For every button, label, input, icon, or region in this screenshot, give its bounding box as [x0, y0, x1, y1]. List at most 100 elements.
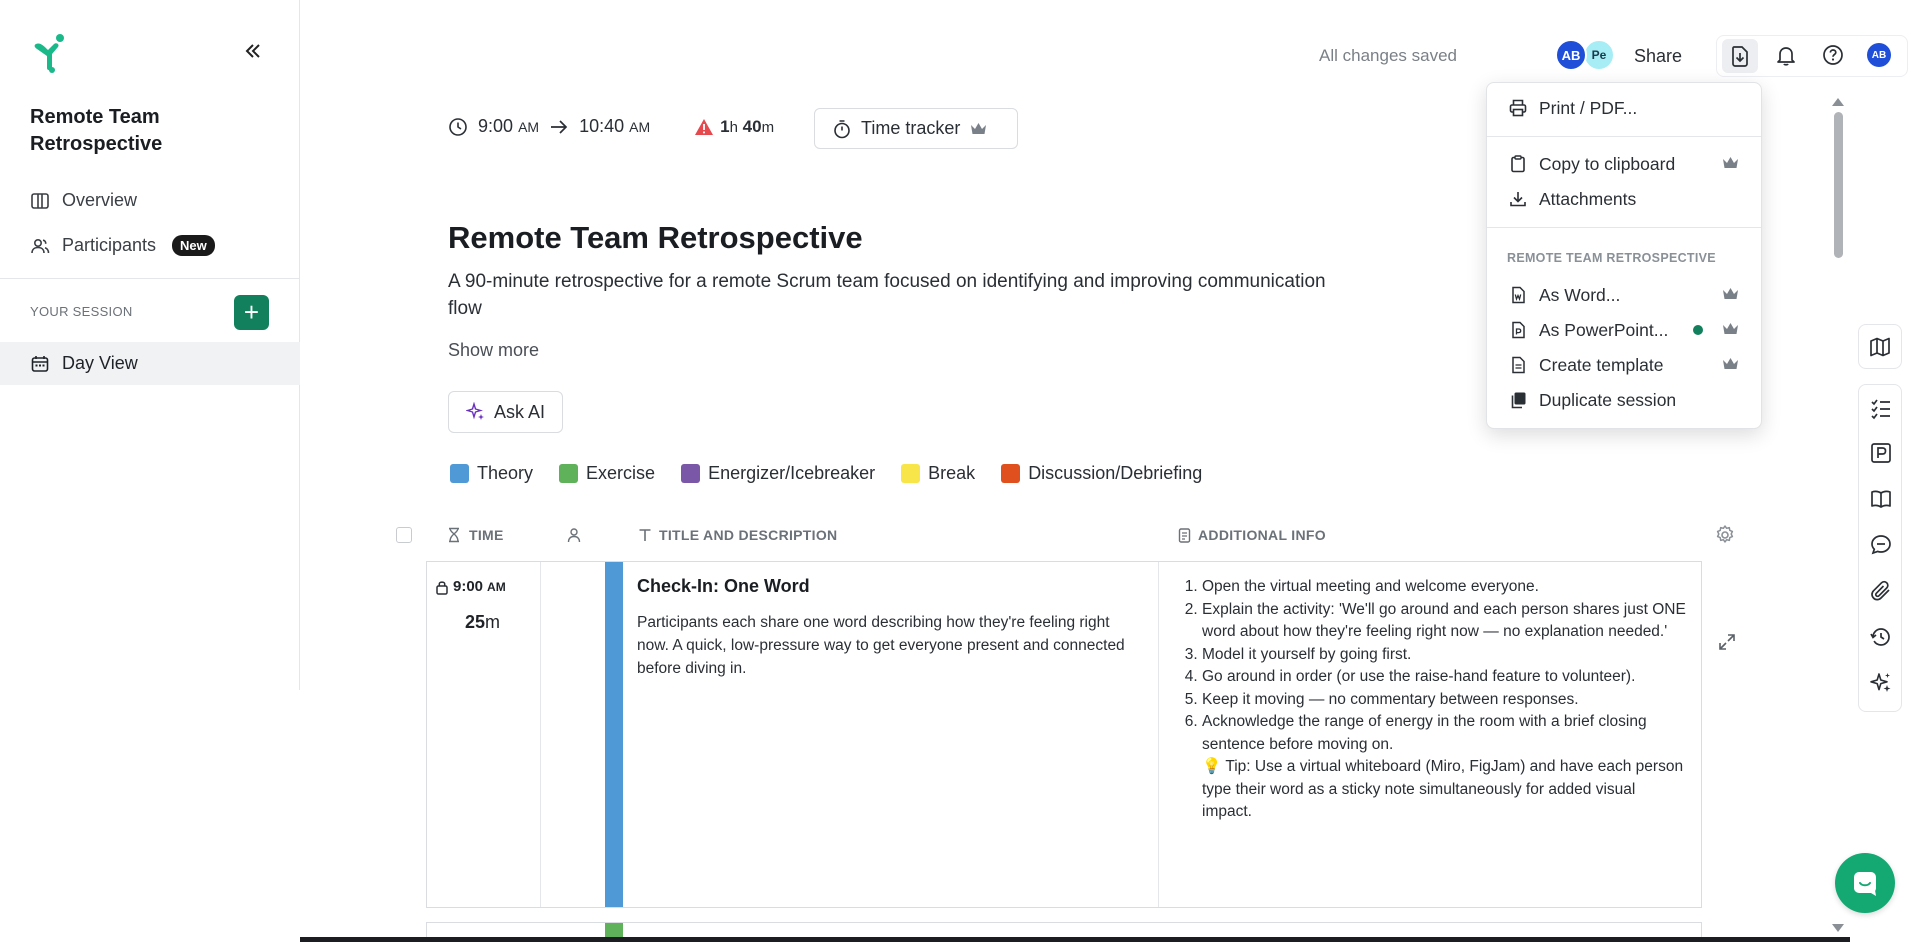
warning-icon	[695, 118, 714, 135]
row-title-cell[interactable]: Check-In: One Word Participants each sha…	[623, 562, 1159, 907]
duplicate-icon	[1511, 392, 1526, 409]
share-button[interactable]: Share	[1634, 46, 1682, 67]
row-description: Participants each share one word describ…	[637, 614, 1125, 677]
list-item: Keep it moving — no commentary between r…	[1202, 689, 1689, 712]
row-duration[interactable]: 25m	[465, 612, 500, 633]
paperclip-icon[interactable]	[1869, 579, 1893, 603]
time-tracker-button[interactable]: Time tracker	[814, 108, 1018, 149]
map-icon	[1870, 337, 1890, 356]
scroll-up-icon[interactable]	[1831, 96, 1845, 108]
sidebar-item-label: Participants	[62, 235, 157, 255]
stopwatch-icon	[834, 119, 850, 138]
list-item: Go around in order (or use the raise-han…	[1202, 666, 1689, 689]
question-circle-icon	[1823, 45, 1843, 65]
sparkle-icon[interactable]	[1869, 671, 1893, 695]
row-owner-cell[interactable]	[541, 562, 605, 907]
row-start-time[interactable]: 9:00 AM	[435, 578, 506, 595]
show-more-link[interactable]: Show more	[448, 340, 539, 361]
users-icon	[31, 238, 50, 253]
row-info-cell[interactable]: Open the virtual meeting and welcome eve…	[1159, 562, 1703, 907]
expand-icon	[1719, 634, 1735, 650]
export-menu: Print / PDF... Copy to clipboard Attachm…	[1486, 82, 1762, 429]
menu-item-as-powerpoint[interactable]: As PowerPoint...	[1487, 315, 1761, 345]
app-logo-icon[interactable]	[30, 30, 74, 74]
swatch	[450, 464, 469, 483]
right-toolbar	[1858, 384, 1902, 712]
column-header-title[interactable]: TITLE AND DESCRIPTION	[638, 527, 837, 543]
template-file-icon	[1512, 356, 1525, 374]
chevrons-left-icon	[245, 44, 260, 58]
legend-item-exercise: Exercise	[559, 463, 655, 484]
printer-icon	[1509, 99, 1527, 117]
sidebar-divider	[0, 278, 300, 279]
row-title: Check-In: One Word	[637, 576, 810, 596]
sidebar-session-title: Remote Team Retrospective	[30, 106, 163, 155]
user-avatar[interactable]: AB	[1867, 43, 1891, 67]
save-status: All changes saved	[1319, 46, 1457, 65]
menu-item-attachments[interactable]: Attachments	[1487, 184, 1761, 214]
menu-item-print[interactable]: Print / PDF...	[1487, 93, 1761, 123]
comment-icon[interactable]	[1869, 533, 1893, 557]
menu-item-copy-clipboard[interactable]: Copy to clipboard	[1487, 149, 1761, 179]
session-description: A 90-minute retrospective for a remote S…	[448, 271, 1326, 319]
select-all-checkbox[interactable]	[396, 527, 412, 543]
scrollbar-thumb[interactable]	[1834, 112, 1843, 258]
crown-icon	[1723, 288, 1738, 299]
sidebar-item-label: Day View	[62, 353, 138, 373]
menu-item-as-word[interactable]: As Word...	[1487, 280, 1761, 310]
collapse-sidebar-button[interactable]	[238, 36, 268, 66]
hourglass-icon	[449, 527, 459, 543]
bottom-edge	[300, 937, 1850, 942]
notifications-button[interactable]	[1771, 40, 1801, 70]
table-row[interactable]: 9:00 AM 25m Check-In: One Word Participan…	[426, 561, 1702, 908]
swatch	[1001, 464, 1021, 483]
powerpoint-file-icon	[1512, 321, 1525, 339]
export-button[interactable]	[1722, 39, 1758, 73]
sidebar-item-day-view[interactable]: Day View	[0, 342, 300, 385]
table-header: TIME TITLE AND DESCRIPTION ADDITIONAL IN…	[396, 525, 1746, 547]
checklist-icon[interactable]	[1869, 396, 1893, 420]
list-item: Explain the activity: 'We'll go around a…	[1202, 599, 1689, 644]
chat-support-button[interactable]	[1835, 853, 1895, 913]
session-duration: 1h 40m	[694, 117, 774, 137]
row-tip: 💡 Tip: Use a virtual whiteboard (Miro, F…	[1202, 758, 1684, 820]
gear-icon	[1716, 525, 1734, 543]
column-header-time[interactable]: TIME	[446, 527, 504, 543]
sparkle-icon	[465, 402, 484, 420]
avatar[interactable]: Pe	[1583, 39, 1615, 71]
sidebar-item-participants[interactable]: Participants New	[30, 235, 215, 256]
scroll-down-icon[interactable]	[1831, 922, 1845, 934]
column-header-owner[interactable]	[566, 527, 582, 543]
session-end-time[interactable]: 10:40 AM	[579, 116, 650, 137]
history-icon[interactable]	[1869, 625, 1893, 649]
session-time-row: 9:00 AM 10:40 AM 1h 40m	[448, 116, 774, 137]
calendar-icon	[31, 355, 49, 372]
ask-ai-button[interactable]: Ask AI	[448, 391, 563, 433]
crown-icon	[971, 122, 987, 134]
map-button[interactable]	[1858, 324, 1902, 369]
menu-item-duplicate-session[interactable]: Duplicate session	[1487, 385, 1761, 415]
parking-icon[interactable]	[1869, 441, 1893, 465]
new-feature-dot	[1693, 325, 1703, 335]
swatch	[901, 464, 921, 483]
add-session-button[interactable]: +	[234, 295, 269, 330]
swatch	[681, 464, 701, 483]
column-header-info[interactable]: ADDITIONAL INFO	[1178, 527, 1326, 543]
list-item: Open the virtual meeting and welcome eve…	[1202, 576, 1689, 599]
columns-icon	[31, 192, 49, 209]
session-start-time[interactable]: 9:00 AM	[478, 116, 539, 137]
expand-row-button[interactable]	[1713, 628, 1741, 656]
page-title: Remote Team Retrospective	[448, 220, 863, 255]
sidebar-item-overview[interactable]: Overview	[30, 190, 137, 211]
new-badge: New	[172, 235, 215, 256]
book-icon[interactable]	[1869, 487, 1893, 511]
help-button[interactable]	[1818, 40, 1848, 70]
table-settings-button[interactable]	[1714, 524, 1738, 548]
bell-icon	[1777, 47, 1795, 66]
crown-icon	[1723, 358, 1738, 369]
crown-icon	[1723, 157, 1738, 168]
avatar[interactable]: AB	[1555, 39, 1587, 71]
menu-item-create-template[interactable]: Create template	[1487, 350, 1761, 380]
sidebar-item-label: Overview	[62, 190, 138, 210]
lock-icon[interactable]	[435, 579, 449, 595]
